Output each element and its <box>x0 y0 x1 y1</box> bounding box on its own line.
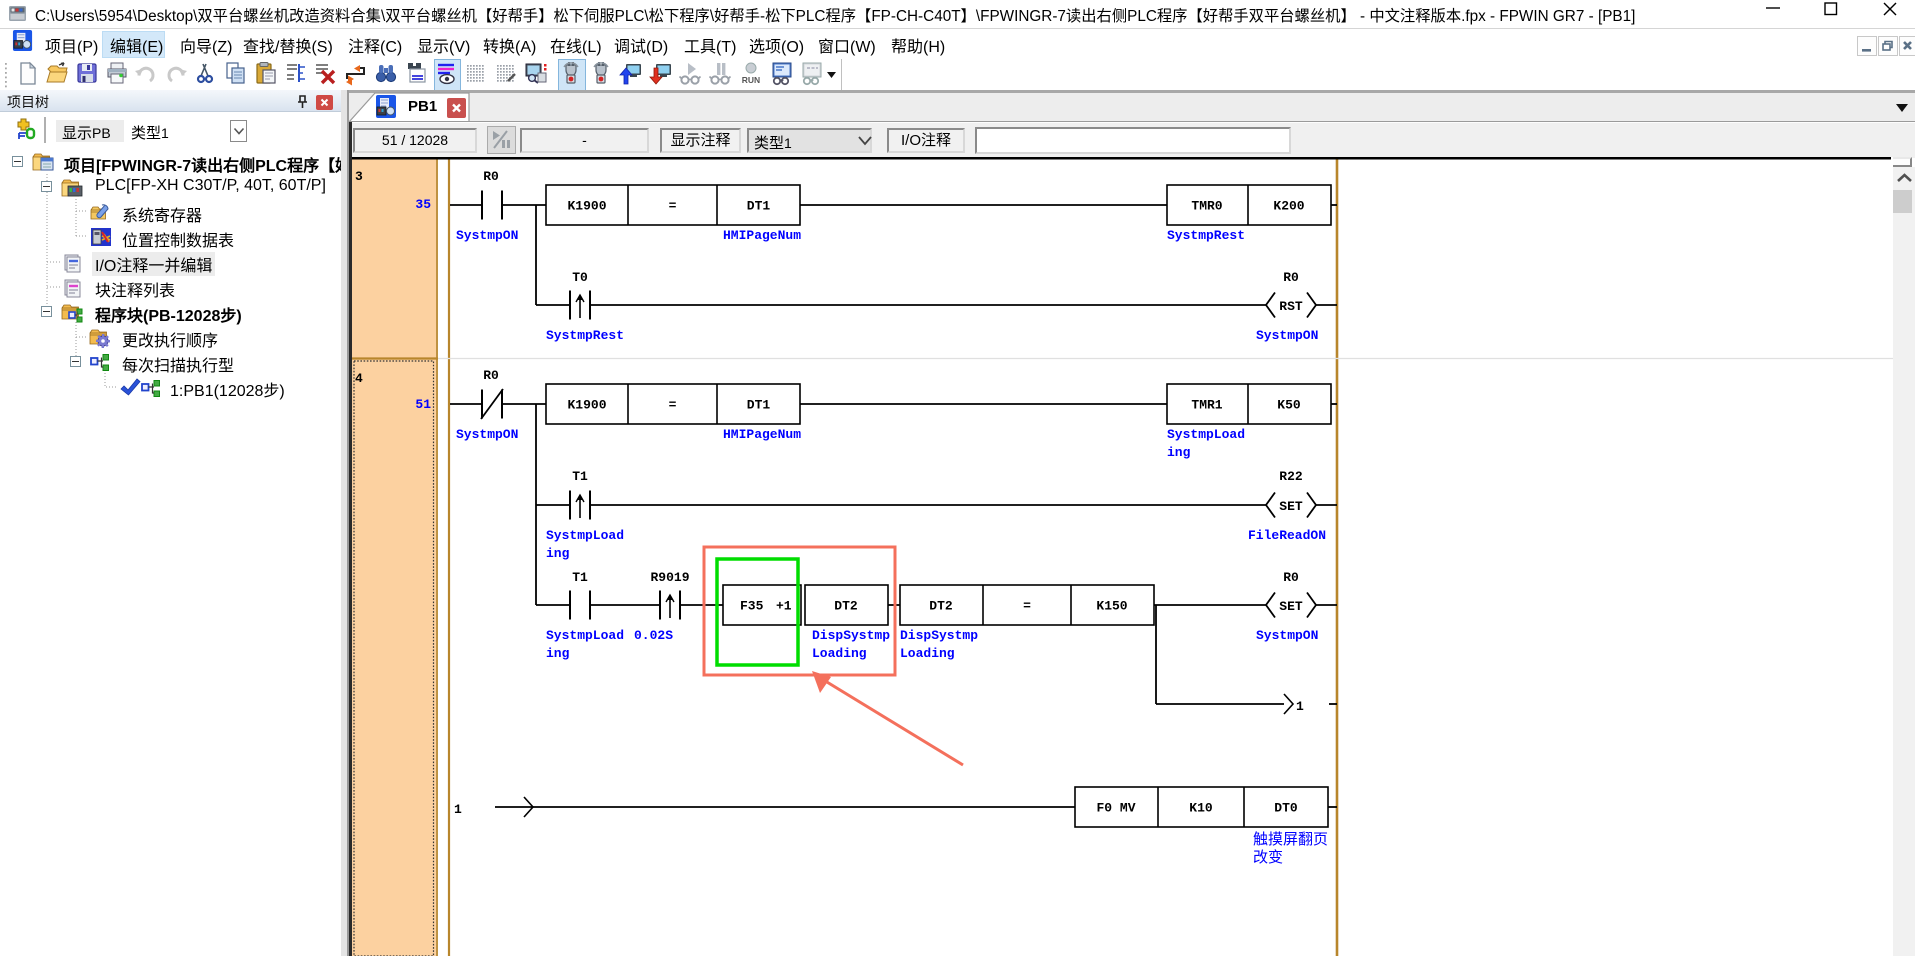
svg-text:SystmpRest: SystmpRest <box>546 328 624 343</box>
svg-text:R9019: R9019 <box>650 570 689 585</box>
svg-text:SystmpON: SystmpON <box>1256 328 1318 343</box>
svg-text:触摸屏翻页: 触摸屏翻页 <box>1253 831 1328 849</box>
svg-text:Loading: Loading <box>812 646 867 661</box>
svg-text:R22: R22 <box>1279 469 1303 484</box>
svg-text:SET: SET <box>1279 499 1303 514</box>
svg-text:4: 4 <box>355 371 363 386</box>
svg-text:R0: R0 <box>1283 570 1299 585</box>
svg-text:SystmpRest: SystmpRest <box>1167 228 1245 243</box>
svg-text:SystmpLoad: SystmpLoad <box>546 628 624 643</box>
svg-text:K150: K150 <box>1096 599 1127 614</box>
svg-text:SystmpON: SystmpON <box>1256 628 1318 643</box>
svg-text:K1900: K1900 <box>567 398 606 413</box>
svg-text:ing: ing <box>1167 445 1191 460</box>
svg-text:3: 3 <box>355 169 363 184</box>
svg-text:T0: T0 <box>572 270 588 285</box>
svg-text:SystmpLoad: SystmpLoad <box>1167 427 1245 442</box>
svg-text:=: = <box>669 398 677 413</box>
svg-text:R0: R0 <box>483 169 499 184</box>
svg-text:R0: R0 <box>483 368 499 383</box>
svg-text:1: 1 <box>454 802 462 817</box>
svg-text:DT2: DT2 <box>834 599 858 614</box>
svg-text:Loading: Loading <box>900 646 955 661</box>
svg-text:改变: 改变 <box>1253 849 1283 867</box>
svg-text:35: 35 <box>415 197 431 212</box>
svg-text:HMIPageNum: HMIPageNum <box>723 427 801 442</box>
svg-text:K50: K50 <box>1277 398 1301 413</box>
svg-text:0.02S: 0.02S <box>634 628 673 643</box>
svg-text:51: 51 <box>415 397 431 412</box>
svg-text:F35: F35 <box>740 599 764 614</box>
svg-text:TMR0: TMR0 <box>1191 199 1222 214</box>
svg-text:RST: RST <box>1279 299 1303 314</box>
svg-text:SystmpON: SystmpON <box>456 228 518 243</box>
svg-text:SET: SET <box>1279 599 1303 614</box>
svg-text:ing: ing <box>546 646 570 661</box>
svg-text:RUN: RUN <box>742 75 760 85</box>
svg-text:T1: T1 <box>572 570 588 585</box>
svg-text:=: = <box>669 199 677 214</box>
svg-text:SystmpON: SystmpON <box>456 427 518 442</box>
svg-text:T1: T1 <box>572 469 588 484</box>
svg-text:DT2: DT2 <box>929 599 953 614</box>
svg-text:=: = <box>1023 599 1031 614</box>
svg-text:+1: +1 <box>776 599 792 614</box>
svg-text:DT0: DT0 <box>1274 801 1298 816</box>
svg-text:DispSystmp: DispSystmp <box>812 628 890 643</box>
svg-text:ing: ing <box>546 546 570 561</box>
svg-text:SystmpLoad: SystmpLoad <box>546 528 624 543</box>
svg-text:HMIPageNum: HMIPageNum <box>723 228 801 243</box>
svg-text:1: 1 <box>1296 699 1304 714</box>
svg-text:K1900: K1900 <box>567 199 606 214</box>
svg-text:K200: K200 <box>1273 199 1304 214</box>
svg-text:FileReadON: FileReadON <box>1248 528 1326 543</box>
svg-text:TMR1: TMR1 <box>1191 398 1222 413</box>
svg-text:DT1: DT1 <box>747 199 771 214</box>
svg-text:F0 MV: F0 MV <box>1096 801 1135 816</box>
svg-text:DispSystmp: DispSystmp <box>900 628 978 643</box>
svg-text:DT1: DT1 <box>747 398 771 413</box>
svg-text:K10: K10 <box>1189 801 1213 816</box>
svg-text:R0: R0 <box>1283 270 1299 285</box>
